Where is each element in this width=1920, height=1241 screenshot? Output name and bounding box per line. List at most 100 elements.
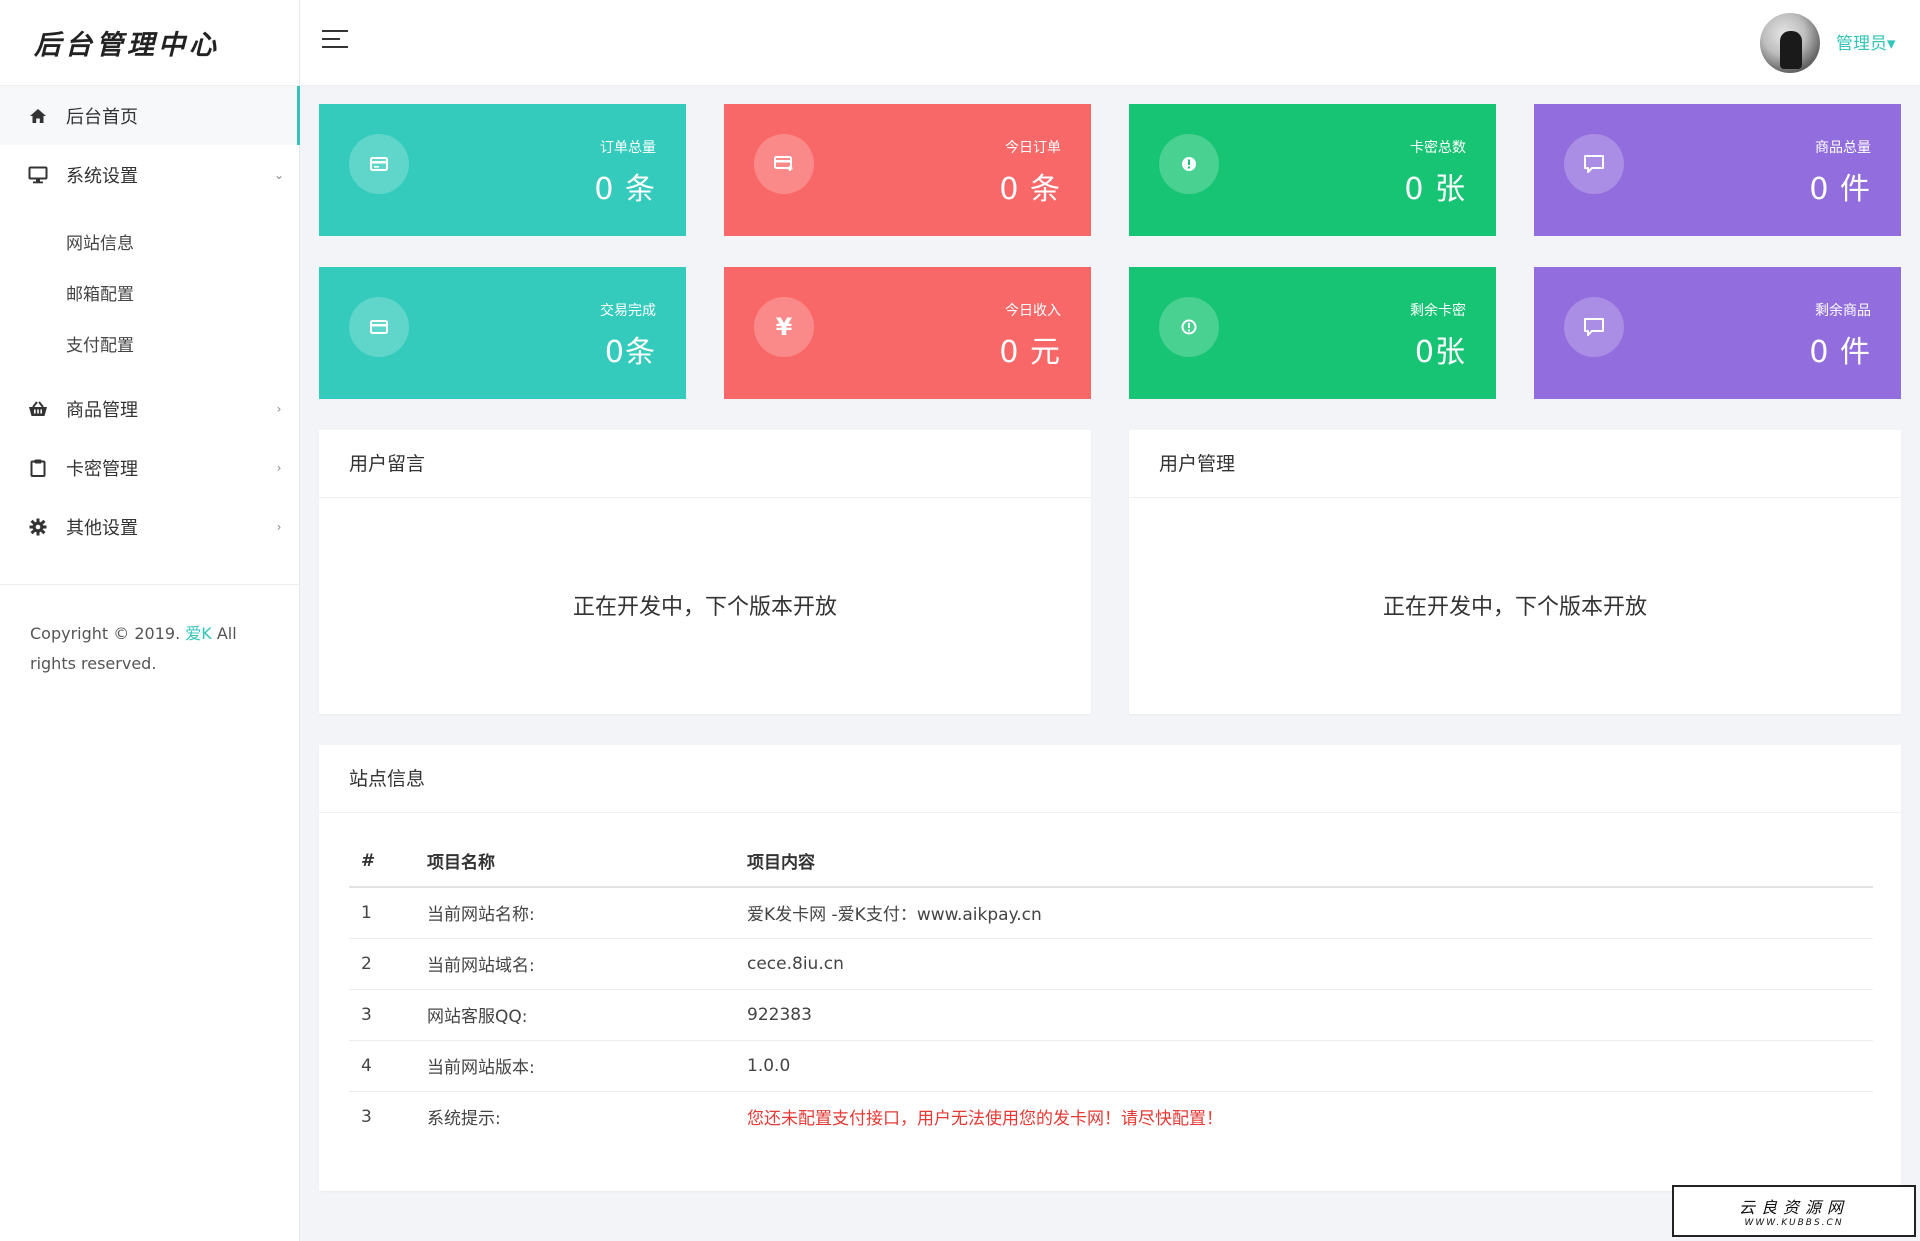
card-icon <box>349 134 409 194</box>
info-icon <box>1159 134 1219 194</box>
sidebar-item-products[interactable]: 商品管理 › <box>0 379 299 438</box>
card-icon <box>349 297 409 357</box>
row-value: 1.0.0 <box>747 1040 1873 1092</box>
sidebar-item-card-keys[interactable]: 卡密管理 › <box>0 438 299 497</box>
sidebar-item-label: 商品管理 <box>66 399 138 421</box>
message-icon <box>1564 134 1624 194</box>
chevron-right-icon: › <box>276 519 282 534</box>
row-number: 3 <box>349 989 427 1041</box>
top-header: 管理员▾ <box>300 0 1920 86</box>
chevron-right-icon: › <box>276 460 282 475</box>
stat-label: 剩余商品 <box>1815 303 1871 319</box>
panel-title: 用户管理 <box>1129 430 1901 498</box>
stat-label: 订单总量 <box>600 140 656 156</box>
panel-body-text: 正在开发中，下个版本开放 <box>572 595 837 620</box>
sidebar-item-system-settings[interactable]: 系统设置 ⌄ <box>0 145 299 204</box>
row-number: 3 <box>361 1106 372 1127</box>
row-name: 当前网站域名: <box>427 938 747 990</box>
sidebar-item-label: 卡密管理 <box>66 458 138 480</box>
stat-card-remaining-products: 剩余商品 0 件 <box>1534 267 1901 399</box>
panel-title: 站点信息 <box>319 745 1901 813</box>
sidebar: 后台管理中心 后台首页 系统设置 ⌄ 网站信息 邮箱配置 支付配置 商品管理 › <box>0 0 300 1241</box>
row-number: 2 <box>349 938 427 990</box>
copyright-brand-link[interactable]: 爱K <box>185 624 212 643</box>
system-settings-submenu: 网站信息 邮箱配置 支付配置 <box>0 204 299 379</box>
info-icon <box>1159 297 1219 357</box>
stat-value: 0 条 <box>594 172 656 207</box>
brand-title: 后台管理中心 <box>34 30 220 61</box>
sidebar-item-label: 其他设置 <box>66 517 138 539</box>
site-info-panel: 站点信息 # 项目名称 项目内容 1 当前网站名称: 爱K发卡网 -爱K支付：w… <box>319 745 1901 1191</box>
stat-card-today-orders: 今日订单 0 条 <box>724 104 1091 236</box>
stat-value: 0 条 <box>999 172 1061 207</box>
stat-card-remaining-keys: 剩余卡密 0张 <box>1129 267 1496 399</box>
stat-card-product-total: 商品总量 0 件 <box>1534 104 1901 236</box>
watermark-url: WWW.KUBBS.CN <box>1744 1218 1844 1228</box>
card-add-icon <box>754 134 814 194</box>
user-management-panel: 用户管理 正在开发中，下个版本开放 <box>1129 430 1901 714</box>
row-value: 922383 <box>747 989 1873 1041</box>
sidebar-subitem-email-config[interactable]: 邮箱配置 <box>0 267 299 318</box>
stat-value: 0张 <box>1414 335 1466 370</box>
clipboard-icon <box>28 458 48 478</box>
sidebar-nav: 后台首页 系统设置 ⌄ 网站信息 邮箱配置 支付配置 商品管理 › 卡密管理 ›… <box>0 86 300 556</box>
chevron-right-icon: › <box>276 401 282 416</box>
copyright-prefix: Copyright © 2019. <box>30 624 186 643</box>
row-number: 4 <box>349 1040 427 1092</box>
chevron-down-icon: ⌄ <box>273 167 285 182</box>
stat-value: 0 件 <box>1809 172 1871 207</box>
sidebar-item-label: 系统设置 <box>66 165 138 187</box>
stat-value: 0 件 <box>1809 335 1871 370</box>
table-row: 2 当前网站域名: cece.8iu.cn <box>349 938 1873 990</box>
sidebar-subitem-payment-config[interactable]: 支付配置 <box>0 318 299 369</box>
stat-card-completed-trades: 交易完成 0条 <box>319 267 686 399</box>
sidebar-item-other-settings[interactable]: 其他设置 › <box>0 497 299 556</box>
sidebar-item-home[interactable]: 后台首页 <box>0 86 300 145</box>
user-messages-panel: 用户留言 正在开发中，下个版本开放 <box>319 430 1091 714</box>
basket-icon <box>28 399 48 419</box>
stat-card-card-key-total: 卡密总数 0 张 <box>1129 104 1496 236</box>
row-name: 系统提示: <box>427 1109 501 1130</box>
yen-icon: ¥ <box>754 297 814 357</box>
row-value: 爱K发卡网 -爱K支付：www.aikpay.cn <box>747 887 1873 939</box>
panel-title: 用户留言 <box>319 430 1091 498</box>
row-name: 网站客服QQ: <box>427 989 747 1041</box>
site-info-table: # 项目名称 项目内容 1 当前网站名称: 爱K发卡网 -爱K支付：www.ai… <box>349 835 1873 1142</box>
stat-value: 0 张 <box>1404 172 1466 207</box>
brand: 后台管理中心 <box>0 0 299 86</box>
stat-value: 0 元 <box>999 335 1061 370</box>
user-menu-dropdown[interactable]: 管理员▾ <box>1836 29 1896 54</box>
row-name: 当前网站名称: <box>427 887 747 939</box>
table-row: 4 当前网站版本: 1.0.0 <box>349 1040 1873 1092</box>
sidebar-subitem-site-info[interactable]: 网站信息 <box>0 216 299 267</box>
column-header: 项目内容 <box>747 835 1873 888</box>
watermark-logo: 云良资源网 WWW.KUBBS.CN <box>1672 1185 1916 1237</box>
avatar[interactable] <box>1760 13 1820 73</box>
stat-label: 剩余卡密 <box>1410 303 1466 319</box>
stat-card-total-orders: 订单总量 0 条 <box>319 104 686 236</box>
table-header-row: # 项目名称 项目内容 <box>349 835 1873 888</box>
row-number: 1 <box>349 887 427 939</box>
stat-label: 交易完成 <box>600 303 656 319</box>
column-header: 项目名称 <box>427 835 747 888</box>
message-icon <box>1564 297 1624 357</box>
row-name: 当前网站版本: <box>427 1040 747 1092</box>
column-header: # <box>349 835 427 888</box>
gear-icon <box>28 517 48 537</box>
stat-label: 今日订单 <box>1005 140 1061 156</box>
sidebar-item-label: 后台首页 <box>66 106 138 128</box>
system-warning-text: 您还未配置支付接口，用户无法使用您的发卡网！请尽快配置！ <box>747 1109 1223 1130</box>
menu-toggle-icon[interactable] <box>322 30 348 54</box>
monitor-icon <box>28 165 48 185</box>
table-row: 3 系统提示: 您还未配置支付接口，用户无法使用您的发卡网！请尽快配置！ <box>349 1091 1873 1142</box>
stat-label: 今日收入 <box>1005 303 1061 319</box>
stat-value: 0条 <box>604 335 656 370</box>
watermark-title: 云良资源网 <box>1738 1198 1849 1217</box>
stat-card-today-income: ¥ 今日收入 0 元 <box>724 267 1091 399</box>
row-value: cece.8iu.cn <box>747 938 1873 990</box>
panel-body-text: 正在开发中，下个版本开放 <box>1382 595 1647 620</box>
stat-label: 商品总量 <box>1815 140 1871 156</box>
home-icon <box>28 106 48 126</box>
copyright: Copyright © 2019. 爱K All rights reserved… <box>0 585 299 679</box>
stat-label: 卡密总数 <box>1410 140 1466 156</box>
